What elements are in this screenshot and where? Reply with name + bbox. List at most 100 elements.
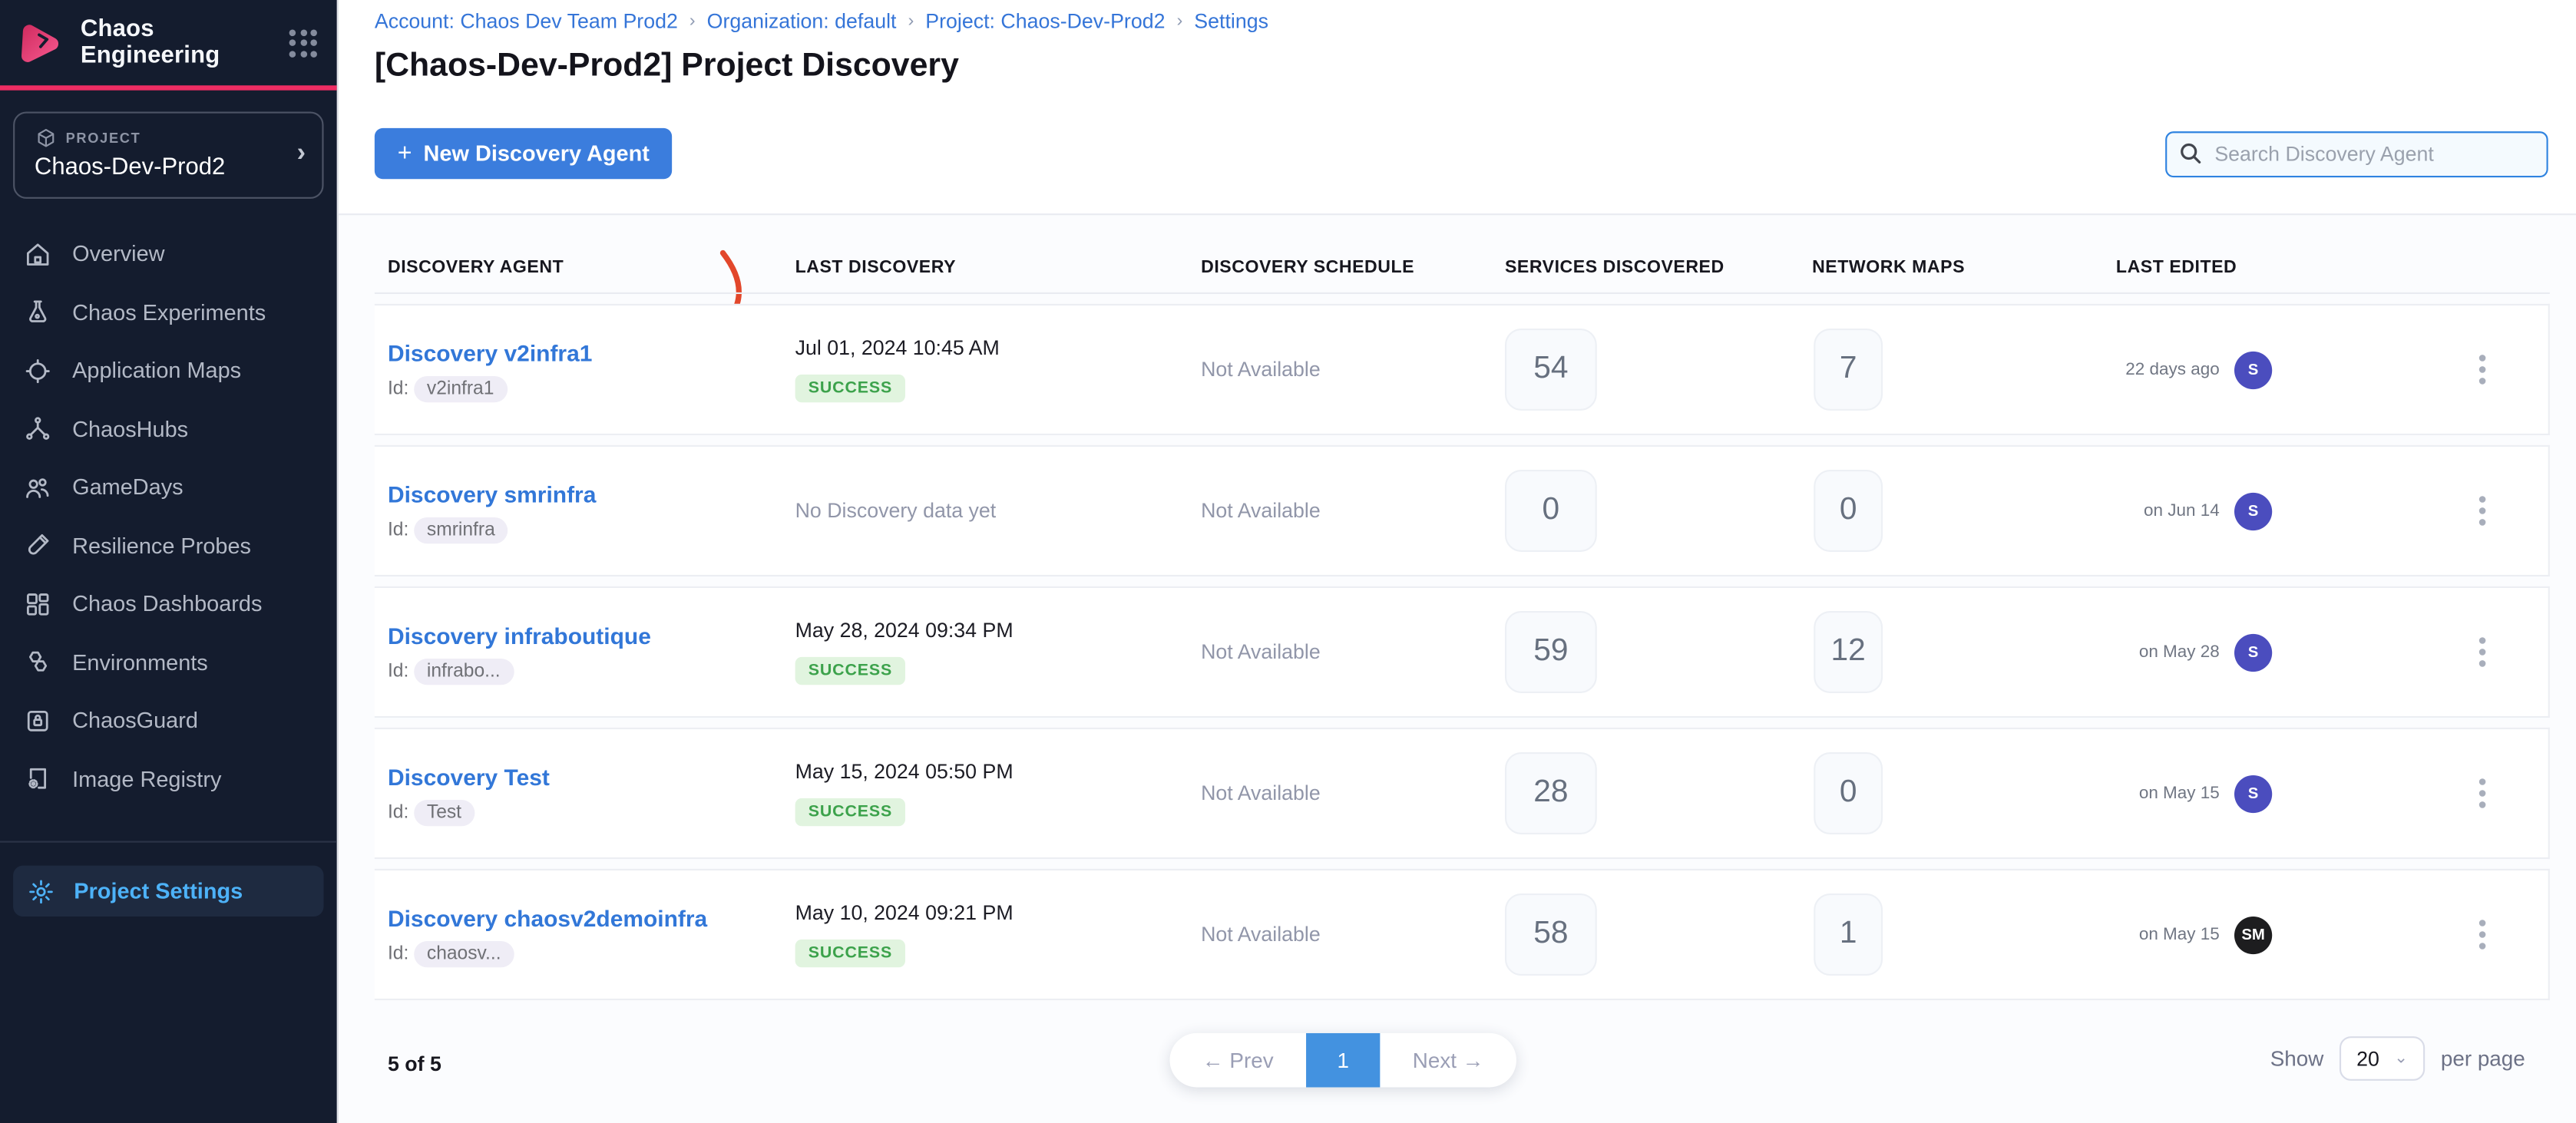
chevron-right-icon: › xyxy=(297,139,306,169)
status-badge: SUCCESS xyxy=(795,940,906,967)
project-name: Chaos-Dev-Prod2 xyxy=(35,154,297,180)
search-icon xyxy=(2178,140,2203,165)
sidebar-item-environments[interactable]: Environments xyxy=(0,633,337,692)
agent-id-pill: v2infra1 xyxy=(414,376,508,402)
flask-icon xyxy=(23,298,53,328)
col-header-discovery-agent: DISCOVERY AGENT xyxy=(388,258,795,278)
chaos-engineering-logo-icon xyxy=(20,20,66,66)
sidebar: Chaos Engineering PROJECT Chaos-Dev-Prod… xyxy=(0,0,339,1123)
breadcrumb-settings[interactable]: Settings xyxy=(1194,10,1268,33)
agent-id-pill: chaosv... xyxy=(414,941,514,967)
sidebar-item-chaos-dashboards[interactable]: Chaos Dashboards xyxy=(0,575,337,633)
chaos-engineering-app: Chaos Engineering PROJECT Chaos-Dev-Prod… xyxy=(0,0,2576,1123)
col-header-last-discovery: LAST DISCOVERY xyxy=(795,258,1202,278)
pagination: 5 of 5 ← Prev 1 Next → Show 20 ⌄ per pag… xyxy=(339,1020,2576,1123)
sidebar-item-label: ChaosHubs xyxy=(72,417,188,441)
breadcrumb-project[interactable]: Project: Chaos-Dev-Prod2 xyxy=(925,10,1165,33)
breadcrumb-organization[interactable]: Organization: default xyxy=(707,10,897,33)
discovery-schedule: Not Available xyxy=(1201,358,1505,381)
cube-icon xyxy=(35,127,58,150)
col-header-network-maps: NETWORK MAPS xyxy=(1812,258,2116,278)
new-discovery-agent-button[interactable]: + New Discovery Agent xyxy=(375,128,673,179)
sidebar-item-label: Environments xyxy=(72,650,208,675)
col-header-last-edited: LAST EDITED xyxy=(2116,258,2429,278)
test-tube-icon xyxy=(23,531,53,561)
module-switcher-icon[interactable] xyxy=(289,28,317,56)
row-menu-button[interactable] xyxy=(2472,772,2492,815)
row-menu-button[interactable] xyxy=(2472,913,2492,956)
sidebar-item-label: Chaos Experiments xyxy=(72,300,266,325)
table-row: Discovery smrinfra Id:smrinfra No Discov… xyxy=(375,445,2550,576)
sidebar-item-overview[interactable]: Overview xyxy=(0,225,337,283)
id-prefix: Id: xyxy=(388,379,408,399)
sidebar-divider xyxy=(0,841,337,843)
product-title: Chaos Engineering xyxy=(81,16,274,68)
col-header-services-discovered: SERVICES DISCOVERED xyxy=(1505,258,1812,278)
sidebar-item-resilience-probes[interactable]: Resilience Probes xyxy=(0,517,337,575)
breadcrumb-separator: › xyxy=(1176,12,1182,31)
sidebar-item-gamedays[interactable]: GameDays xyxy=(0,458,337,517)
network-maps-count: 0 xyxy=(1814,752,1883,834)
sidebar-item-image-registry[interactable]: Image Registry xyxy=(0,750,337,808)
discovery-agent-link[interactable]: Discovery smrinfra xyxy=(388,481,596,507)
table-header-row: DISCOVERY AGENT LAST DISCOVERY DISCOVERY… xyxy=(375,215,2550,292)
avatar: SM xyxy=(2234,916,2272,953)
page-size-value: 20 xyxy=(2356,1047,2379,1070)
last-discovery-time: May 28, 2024 09:34 PM xyxy=(795,619,1202,642)
last-edited-time: 22 days ago xyxy=(2125,360,2219,380)
row-menu-button[interactable] xyxy=(2472,490,2492,533)
page-size-control: Show 20 ⌄ per page xyxy=(2270,1036,2525,1081)
row-menu-button[interactable] xyxy=(2472,348,2492,391)
status-badge: SUCCESS xyxy=(795,375,906,402)
dashboard-grid-icon xyxy=(23,590,53,619)
per-page-label: per page xyxy=(2441,1046,2525,1071)
discovery-agent-link[interactable]: Discovery v2infra1 xyxy=(388,340,592,366)
avatar: S xyxy=(2234,633,2272,671)
network-nodes-icon xyxy=(23,415,53,444)
sidebar-item-chaos-experiments[interactable]: Chaos Experiments xyxy=(0,283,337,342)
search-input[interactable] xyxy=(2165,130,2548,177)
plus-icon: + xyxy=(398,140,412,167)
discovery-agent-link[interactable]: Discovery chaosv2demoinfra xyxy=(388,905,707,931)
sidebar-item-chaosguard[interactable]: ChaosGuard xyxy=(0,692,337,750)
table-body: Discovery v2infra1 Id:v2infra1 Jul 01, 2… xyxy=(375,292,2550,1000)
last-edited-time: on May 15 xyxy=(2139,925,2220,945)
network-maps-count: 1 xyxy=(1814,893,1883,976)
id-prefix: Id: xyxy=(388,662,408,682)
project-selector[interactable]: PROJECT Chaos-Dev-Prod2 › xyxy=(13,111,323,198)
page-size-select[interactable]: 20 ⌄ xyxy=(2340,1036,2425,1081)
current-page-button[interactable]: 1 xyxy=(1306,1033,1380,1088)
last-edited-time: on May 28 xyxy=(2139,642,2220,662)
table-row: Discovery Test Id:Test May 15, 2024 05:5… xyxy=(375,728,2550,859)
pager: ← Prev 1 Next → xyxy=(1169,1033,1516,1088)
avatar: S xyxy=(2234,492,2272,530)
search-wrap xyxy=(2165,130,2548,177)
sidebar-item-application-maps[interactable]: Application Maps xyxy=(0,342,337,400)
page-header: Account: Chaos Dev Team Prod2 › Organiza… xyxy=(339,0,2576,215)
sidebar-item-project-settings[interactable]: Project Settings xyxy=(13,866,323,917)
row-menu-button[interactable] xyxy=(2472,631,2492,674)
discovery-agent-link[interactable]: Discovery Test xyxy=(388,764,550,790)
next-page-button[interactable]: Next → xyxy=(1380,1048,1516,1072)
hexagons-icon xyxy=(23,648,53,678)
project-label: PROJECT xyxy=(66,130,141,146)
breadcrumb-account[interactable]: Account: Chaos Dev Team Prod2 xyxy=(375,10,678,33)
agent-id-pill: infrabo... xyxy=(414,659,514,685)
sidebar-accent-bar xyxy=(0,85,337,90)
discovery-schedule: Not Available xyxy=(1201,640,1505,663)
services-discovered-count: 54 xyxy=(1505,329,1597,411)
last-discovery-time: No Discovery data yet xyxy=(795,499,1202,522)
prev-page-button[interactable]: ← Prev xyxy=(1169,1048,1306,1072)
sidebar-item-chaoshubs[interactable]: ChaosHubs xyxy=(0,400,337,458)
table-row: Discovery chaosv2demoinfra Id:chaosv... … xyxy=(375,869,2550,1000)
col-header-discovery-schedule: DISCOVERY SCHEDULE xyxy=(1201,258,1505,278)
discovery-schedule: Not Available xyxy=(1201,781,1505,804)
sidebar-item-label: ChaosGuard xyxy=(72,708,198,733)
table-row: Discovery infraboutique Id: infrabo... Ma… xyxy=(375,586,2550,718)
new-discovery-agent-label: New Discovery Agent xyxy=(424,141,650,166)
breadcrumb: Account: Chaos Dev Team Prod2 › Organiza… xyxy=(375,10,2548,33)
network-maps-count: 0 xyxy=(1814,470,1883,552)
discovery-agent-link[interactable]: Discovery infraboutique xyxy=(388,623,651,649)
breadcrumb-separator: › xyxy=(689,12,696,31)
result-count: 5 of 5 xyxy=(388,1053,441,1076)
